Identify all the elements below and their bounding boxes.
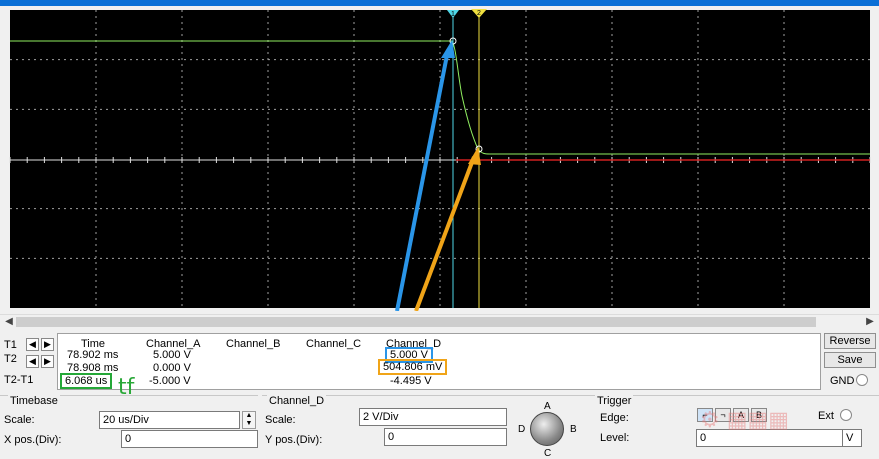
diff-channel-d: -4.495 V xyxy=(390,375,432,387)
channel-select-knob[interactable] xyxy=(530,412,564,446)
knob-label-a: A xyxy=(544,401,551,412)
row-label-t2: T2 xyxy=(4,353,17,365)
arrow-right-icon[interactable]: ▶ xyxy=(863,316,877,328)
channel-d-scale-input[interactable]: 2 V/Div xyxy=(359,408,507,426)
trigger-title: Trigger xyxy=(595,395,634,407)
channel-d-ypos-label: Y pos.(Div): xyxy=(265,434,323,446)
t1-time: 78.902 ms xyxy=(67,349,119,361)
header-channel-b: Channel_B xyxy=(226,338,281,350)
timebase-title: Timebase xyxy=(8,395,60,407)
t1-left-button[interactable]: ◀ xyxy=(26,338,39,351)
timebase-scale-input[interactable]: 20 us/Div xyxy=(99,411,240,429)
gnd-label: GND xyxy=(830,375,855,387)
scrollbar-thumb[interactable] xyxy=(16,317,816,327)
channel-d-scale-label: Scale: xyxy=(265,414,296,426)
oscilloscope-window: 1 2 ◀ ▶ T1 T2 T2-T1 ◀ ▶ ◀ ▶ Time Channel… xyxy=(0,0,879,459)
t2-right-button[interactable]: ▶ xyxy=(41,355,54,368)
horizontal-scrollbar[interactable]: ◀ ▶ xyxy=(0,314,879,328)
knob-label-b: B xyxy=(570,424,577,435)
timebase-scale-spinner[interactable]: ▲ ▼ xyxy=(242,411,256,429)
scope-screen: 1 2 xyxy=(9,9,871,311)
timebase-scale-label: Scale: xyxy=(4,414,35,426)
channel-d-ypos-input[interactable]: 0 xyxy=(384,428,507,446)
cursor-t1-tag: 1 xyxy=(451,11,455,18)
scope-display: 1 2 xyxy=(0,6,879,311)
trigger-ext-radio[interactable] xyxy=(840,409,852,421)
t2-channel-a: 0.000 V xyxy=(153,362,191,374)
knob-label-c: C xyxy=(544,448,552,459)
t1-channel-a: 5.000 V xyxy=(153,349,191,361)
arrow-left-icon[interactable]: ◀ xyxy=(2,316,16,328)
t2-channel-d: 504.806 mV xyxy=(378,359,448,375)
header-channel-c: Channel_C xyxy=(306,338,362,350)
trigger-level-label: Level: xyxy=(600,432,630,444)
trigger-edge-label: Edge: xyxy=(600,412,629,424)
save-button[interactable]: Save xyxy=(824,352,876,368)
readout-table: Time Channel_A Channel_B Channel_C Chann… xyxy=(57,333,821,390)
t1-right-button[interactable]: ▶ xyxy=(41,338,54,351)
row-label-t1: T1 xyxy=(4,339,17,351)
timebase-xpos-input[interactable]: 0 xyxy=(121,430,258,448)
trigger-ext-label: Ext xyxy=(818,410,834,422)
timebase-xpos-label: X pos.(Div): xyxy=(4,434,62,446)
cursor-t2-tag: 2 xyxy=(477,10,481,17)
timebase-panel: Timebase Scale: 20 us/Div ▲ ▼ X pos.(Div)… xyxy=(0,395,258,459)
diff-channel-a: -5.000 V xyxy=(149,375,191,387)
cursor-readout-panel: T1 T2 T2-T1 ◀ ▶ ◀ ▶ Time Channel_A Chann… xyxy=(0,330,879,400)
knob-label-d: D xyxy=(518,424,526,435)
reverse-button[interactable]: Reverse xyxy=(824,333,876,349)
row-label-t2-t1: T2-T1 xyxy=(4,374,34,386)
t2-left-button[interactable]: ◀ xyxy=(26,355,39,368)
watermark-logo: ⚙ ▦▦▦ xyxy=(700,408,790,433)
diff-time: 6.068 us xyxy=(60,373,113,389)
trigger-unit-label: V xyxy=(842,429,862,447)
gnd-radio[interactable] xyxy=(856,374,868,386)
channel-d-title: Channel_D xyxy=(267,395,327,407)
